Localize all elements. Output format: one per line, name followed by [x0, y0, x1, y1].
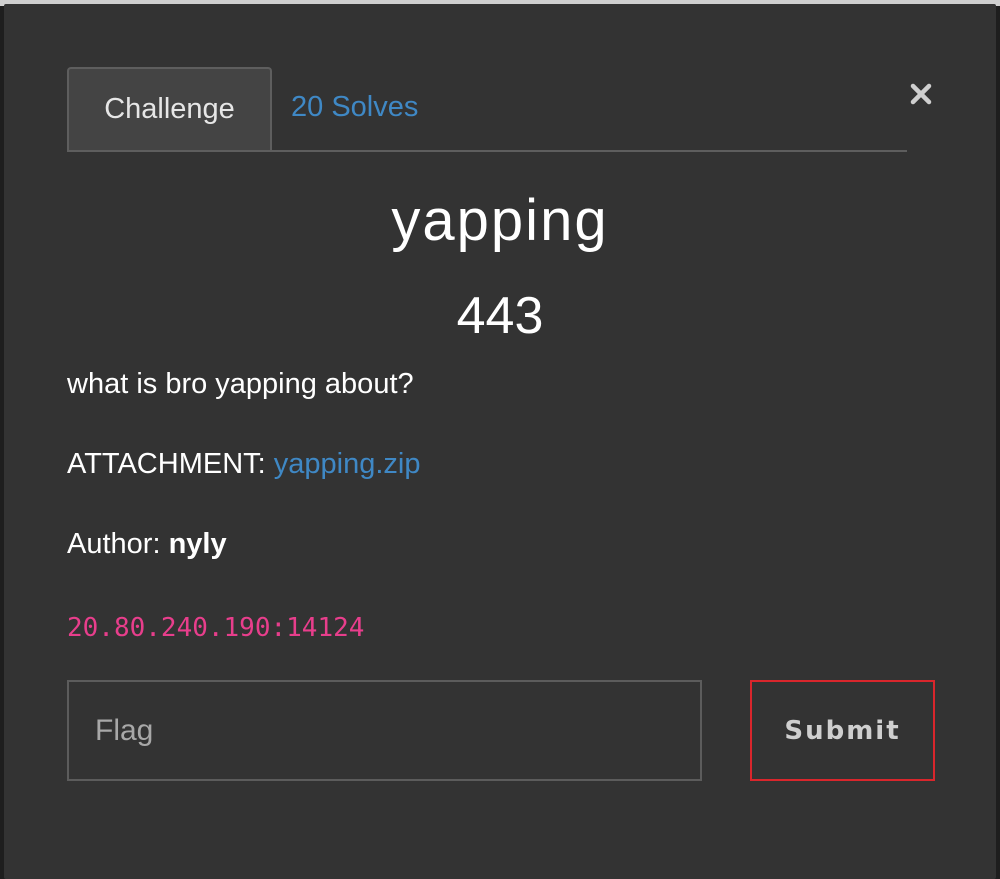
challenge-modal: Challenge 20 Solves yapping 443 what is …	[4, 4, 996, 879]
attachment-label: ATTACHMENT:	[67, 448, 274, 480]
challenge-description: what is bro yapping about?	[67, 368, 414, 400]
server-address: 20.80.240.190:14124	[67, 613, 365, 643]
author-name: nyly	[168, 528, 227, 560]
attachment-link[interactable]: yapping.zip	[274, 448, 421, 480]
tab-solves[interactable]: 20 Solves	[291, 67, 451, 148]
page: Challenge 20 Solves yapping 443 what is …	[0, 0, 1000, 879]
challenge-points: 443	[456, 287, 544, 345]
attachment-row: ATTACHMENT: yapping.zip	[67, 448, 420, 481]
tab-challenge[interactable]: Challenge	[67, 67, 272, 150]
close-button[interactable]	[903, 76, 939, 112]
challenge-title: yapping	[391, 188, 609, 253]
close-icon	[910, 83, 932, 105]
author-label: Author:	[67, 528, 169, 560]
modal-tabs: Challenge 20 Solves	[67, 67, 907, 152]
submit-button[interactable]: Submit	[750, 680, 935, 781]
author-row: Author: nyly	[67, 528, 227, 561]
flag-input[interactable]	[67, 680, 702, 781]
